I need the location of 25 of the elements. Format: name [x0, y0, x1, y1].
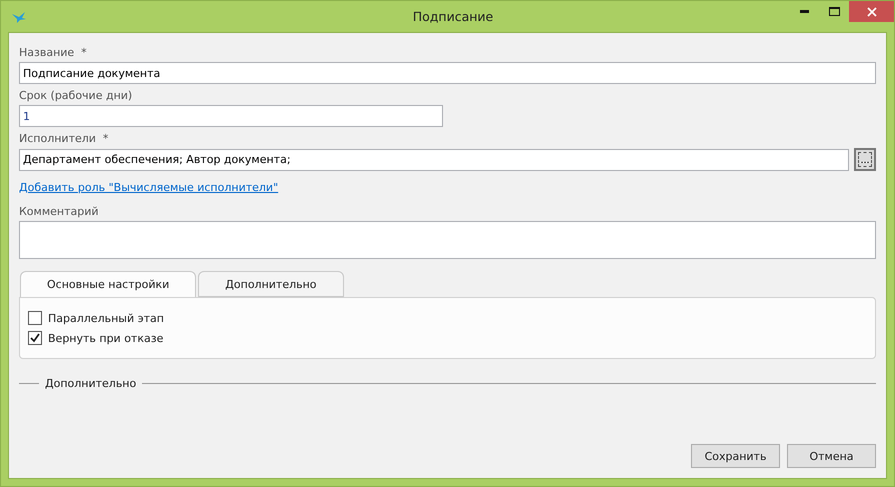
cancel-button[interactable]: Отмена	[787, 444, 876, 468]
maximize-icon	[828, 7, 840, 16]
save-button[interactable]: Сохранить	[691, 444, 780, 468]
input-field[interactable]: Подписание документа	[19, 62, 876, 84]
field-label: Срок (рабочие дни)	[19, 89, 134, 102]
field-label: Комментарий	[19, 205, 100, 218]
checkbox[interactable]	[28, 311, 42, 325]
tab[interactable]: Дополнительно	[198, 271, 344, 297]
checkbox[interactable]	[28, 331, 42, 345]
input-field[interactable]: 1	[19, 105, 443, 127]
bird-logo-icon	[11, 10, 27, 24]
window-title: Подписание	[412, 9, 494, 24]
checkbox-label: Вернуть при отказе	[48, 332, 164, 344]
tab[interactable]: Основные настройки	[20, 271, 196, 297]
close-icon	[866, 6, 876, 16]
minimize-icon	[800, 10, 808, 13]
input-field[interactable]: Департамент обеспечения; Автор документа;	[19, 148, 850, 170]
group-title: Дополнительно	[45, 377, 136, 390]
field-label: Исполнители *	[19, 132, 110, 145]
close-button[interactable]	[849, 1, 894, 22]
checkbox-label: Параллельный этап	[48, 312, 164, 324]
browse-button[interactable]: ...	[854, 148, 876, 171]
field-label: Название *	[19, 46, 88, 59]
comment-field[interactable]	[19, 221, 876, 259]
add-role-link[interactable]: Добавить роль "Вычисляемые исполнители"	[19, 181, 278, 194]
